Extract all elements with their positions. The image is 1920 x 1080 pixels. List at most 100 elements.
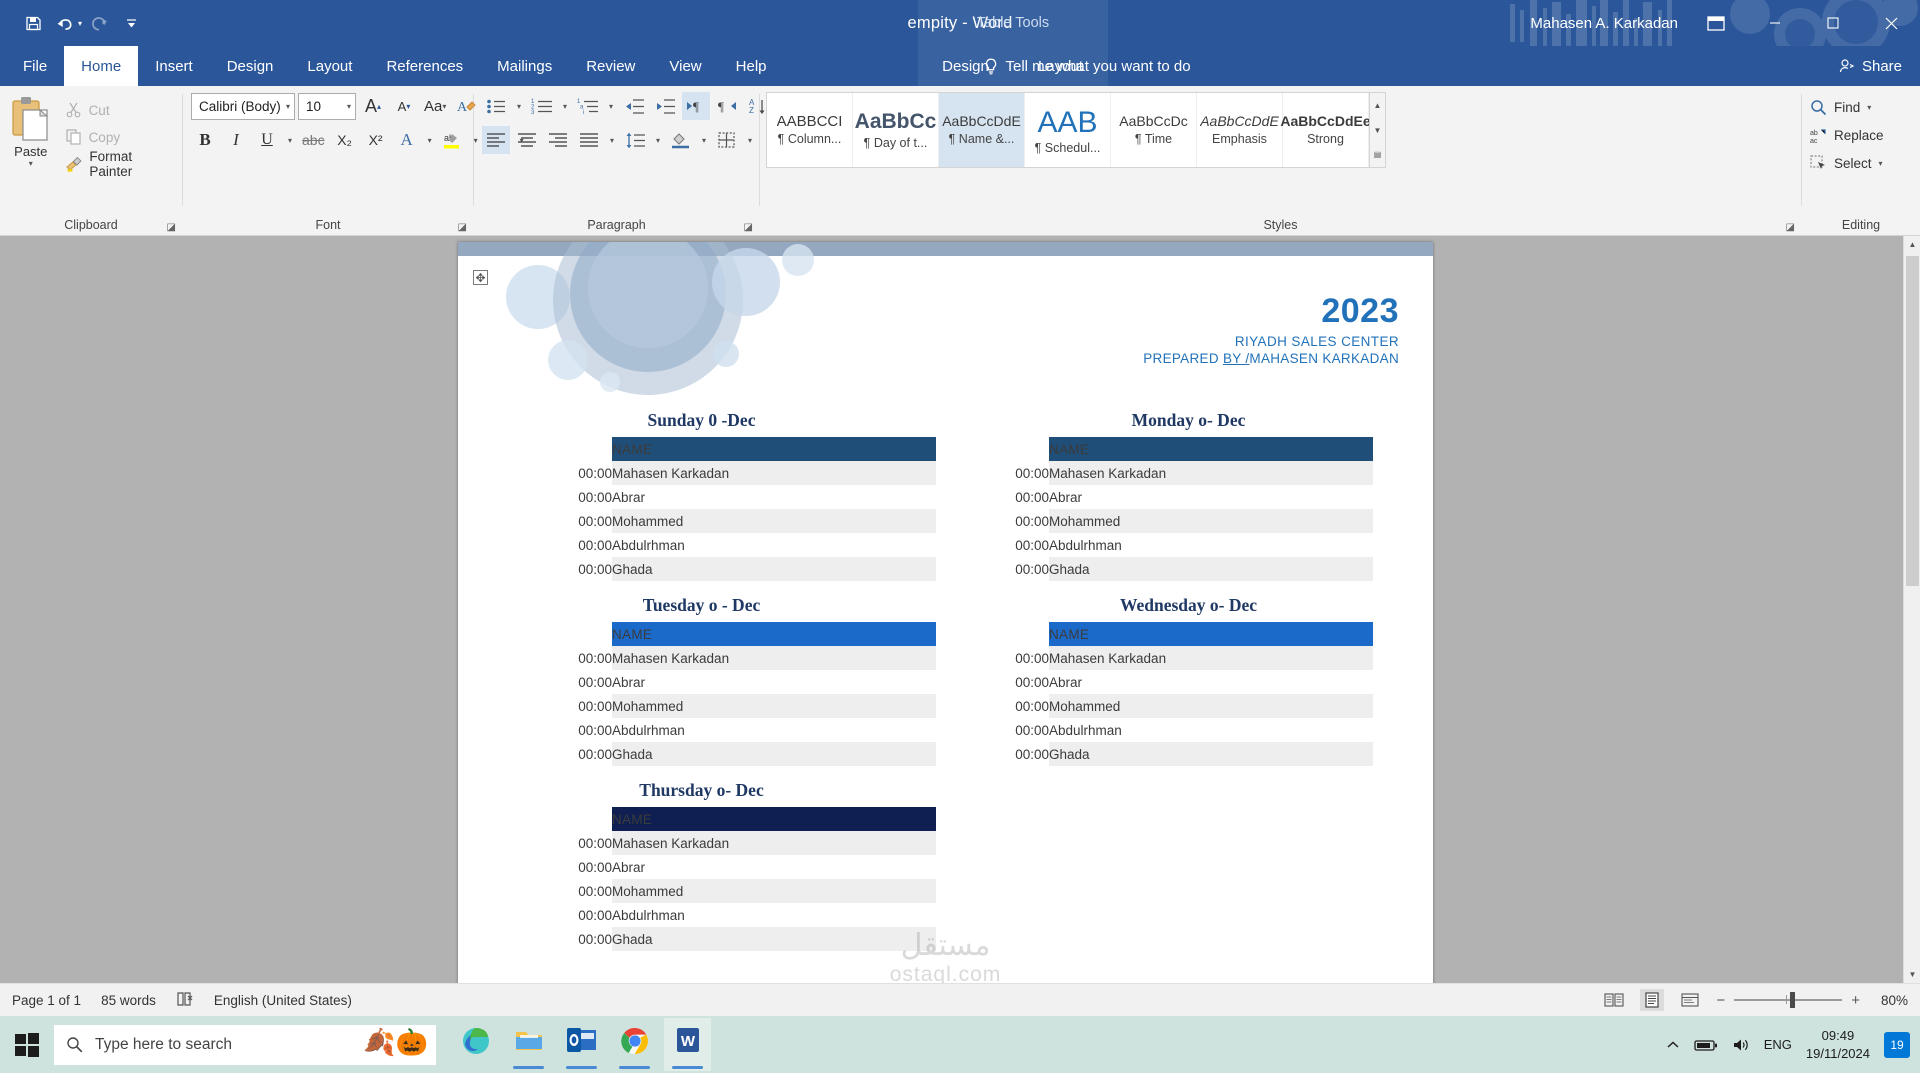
table-row[interactable]: 00:00 Mahasen Karkadan	[536, 646, 936, 670]
scrollbar-thumb[interactable]	[1906, 256, 1919, 586]
align-left-icon[interactable]	[482, 126, 510, 154]
system-tray[interactable]: ENG 09:49 19/11/2024 19	[1666, 1016, 1920, 1073]
tab-table-design[interactable]: Design	[918, 46, 1013, 86]
format-painter-button[interactable]: Format Painter	[62, 149, 182, 179]
shrink-font-icon[interactable]: A ▾	[390, 92, 418, 120]
window-controls[interactable]	[1746, 0, 1920, 46]
day-column-thursday[interactable]: Thursday o- Dec NAME 00:00 Mahasen Karkad…	[458, 780, 945, 951]
windows-start-icon[interactable]	[0, 1016, 54, 1073]
proofing-errors-icon[interactable]	[176, 991, 194, 1010]
style-item-name-and-time[interactable]: AaBbCcDdE ¶ Name &...	[939, 93, 1025, 167]
styles-gallery[interactable]: AABBCCI ¶ Column... AaBbCc ¶ Day of t...…	[766, 92, 1386, 168]
underline-dropdown-icon[interactable]: ▾	[284, 126, 296, 154]
day-column-wednesday[interactable]: Wednesday o- Dec NAME 00:00 Mahasen Karka…	[945, 595, 1432, 766]
zoom-in-button[interactable]: +	[1851, 992, 1860, 1009]
web-layout-icon[interactable]	[1678, 989, 1702, 1011]
undo-icon[interactable]	[50, 8, 80, 38]
multilevel-dropdown-icon[interactable]: ▾	[605, 92, 617, 120]
tab-mailings[interactable]: Mailings	[480, 46, 569, 86]
shading-icon[interactable]	[667, 126, 695, 154]
chevron-down-icon[interactable]: ▾	[347, 102, 351, 111]
taskbar-app-google-chrome[interactable]	[611, 1018, 658, 1071]
line-spacing-dropdown-icon[interactable]: ▾	[652, 126, 664, 154]
table-row[interactable]: 00:00 Mohammed	[536, 694, 936, 718]
subscript-icon[interactable]: X₂	[331, 126, 359, 154]
bullets-icon[interactable]	[482, 92, 510, 120]
schedule-grid[interactable]: Sunday 0 -Dec NAME 00:00 Mahasen Karkadan…	[458, 410, 1433, 951]
select-button[interactable]: Select ▾	[1810, 150, 1884, 176]
windows-taskbar[interactable]: Type here to search 🍂🎃 W ENG 09:49 19/11…	[0, 1016, 1920, 1073]
cut-button[interactable]: Cut	[62, 98, 182, 122]
tab-home[interactable]: Home	[64, 46, 139, 86]
zoom-track[interactable]	[1734, 992, 1843, 1008]
table-row[interactable]: 00:00 Ghada	[536, 927, 936, 951]
tab-table-layout[interactable]: Layout	[1013, 46, 1108, 86]
table-row[interactable]: 00:00 Ghada	[536, 742, 936, 766]
multilevel-list-icon[interactable]: 1ai	[574, 92, 602, 120]
tab-layout[interactable]: Layout	[290, 46, 369, 86]
increase-indent-icon[interactable]	[651, 92, 679, 120]
styles-more-icon[interactable]: ▤	[1370, 142, 1385, 167]
tab-file[interactable]: File	[6, 46, 64, 86]
word-count[interactable]: 85 words	[101, 993, 156, 1008]
zoom-slider[interactable]: − +	[1716, 992, 1860, 1009]
zoom-thumb[interactable]	[1790, 992, 1796, 1008]
status-bar[interactable]: Page 1 of 1 85 words English (United Sta…	[0, 983, 1920, 1016]
styles-dialog-launcher[interactable]: ◪	[1786, 222, 1795, 233]
notification-badge[interactable]: 19	[1884, 1031, 1910, 1058]
day-table[interactable]: NAME 00:00 Mahasen Karkadan 00:00 Abrar 00…	[536, 622, 936, 766]
day-table[interactable]: NAME 00:00 Mahasen Karkadan 00:00 Abrar 00…	[973, 437, 1373, 581]
borders-icon[interactable]	[713, 126, 741, 154]
style-item-time[interactable]: AaBbCcDc ¶ Time	[1111, 93, 1197, 167]
user-account[interactable]: Mahasen A. Karkadan	[1530, 0, 1678, 46]
table-row[interactable]: 00:00 Abrar	[973, 485, 1373, 509]
vertical-scrollbar[interactable]: ▲ ▼	[1903, 236, 1920, 983]
document-canvas[interactable]: ✥ 2023 RIYADH SALES CENTER PREPARED BY /…	[0, 236, 1920, 983]
style-item-columns[interactable]: AABBCCI ¶ Column...	[767, 93, 853, 167]
styles-scroll-up-icon[interactable]: ▲	[1370, 93, 1385, 118]
table-row[interactable]: 00:00 Abrar	[973, 670, 1373, 694]
styles-gallery-nav[interactable]: ▲ ▼ ▤	[1369, 93, 1385, 167]
table-row[interactable]: 00:00 Abdulrhman	[536, 718, 936, 742]
table-row[interactable]: 00:00 Mahasen Karkadan	[973, 646, 1373, 670]
table-row[interactable]: 00:00 Ghada	[973, 742, 1373, 766]
line-spacing-icon[interactable]	[621, 126, 649, 154]
table-row[interactable]: 00:00 Abdulrhman	[973, 533, 1373, 557]
table-row[interactable]: 00:00 Abdulrhman	[973, 718, 1373, 742]
numbering-icon[interactable]: 123	[528, 92, 556, 120]
strikethrough-icon[interactable]: abc	[299, 126, 328, 154]
table-row[interactable]: 00:00 Ghada	[973, 557, 1373, 581]
save-icon[interactable]	[18, 8, 48, 38]
ribbon-tab-strip[interactable]: File Home Insert Design Layout Reference…	[0, 46, 1920, 86]
text-effects-icon[interactable]: A	[393, 126, 421, 154]
tab-design[interactable]: Design	[210, 46, 291, 86]
align-right-icon[interactable]	[544, 126, 572, 154]
page-info[interactable]: Page 1 of 1	[12, 993, 81, 1008]
clipboard-dialog-launcher[interactable]: ◪	[167, 222, 176, 233]
table-row[interactable]: 00:00 Ghada	[536, 557, 936, 581]
align-dropdown-icon[interactable]: ▾	[606, 126, 618, 154]
style-item-day-of-the-week[interactable]: AaBbCc ¶ Day of t...	[853, 93, 939, 167]
undo-dropdown-icon[interactable]: ▾	[78, 19, 82, 28]
shading-dropdown-icon[interactable]: ▾	[698, 126, 710, 154]
taskbar-app-microsoft-word[interactable]: W	[664, 1018, 711, 1071]
underline-icon[interactable]: U	[253, 126, 281, 154]
maximize-button[interactable]	[1804, 0, 1862, 46]
table-row[interactable]: 00:00 Mahasen Karkadan	[536, 831, 936, 855]
tab-view[interactable]: View	[652, 46, 718, 86]
volume-icon[interactable]	[1732, 1037, 1750, 1053]
search-input[interactable]: Type here to search 🍂🎃	[54, 1024, 436, 1065]
print-layout-icon[interactable]	[1640, 989, 1665, 1011]
clock[interactable]: 09:49 19/11/2024	[1806, 1027, 1870, 1062]
read-mode-icon[interactable]	[1602, 989, 1626, 1011]
day-column-monday[interactable]: Monday o- Dec NAME 00:00 Mahasen Karkadan…	[945, 410, 1432, 581]
font-size-combo[interactable]: 10 ▾	[298, 92, 356, 120]
grow-font-icon[interactable]: A ▴	[359, 92, 387, 120]
paste-button[interactable]: Paste ▾	[0, 92, 62, 168]
customize-qat-icon[interactable]	[116, 8, 146, 38]
quick-access-toolbar[interactable]: ▾	[0, 8, 146, 38]
taskbar-app-file-explorer[interactable]	[505, 1018, 552, 1071]
status-bar-right[interactable]: − + 80%	[1602, 989, 1908, 1011]
numbering-dropdown-icon[interactable]: ▾	[559, 92, 571, 120]
table-move-handle[interactable]: ✥	[473, 270, 488, 285]
